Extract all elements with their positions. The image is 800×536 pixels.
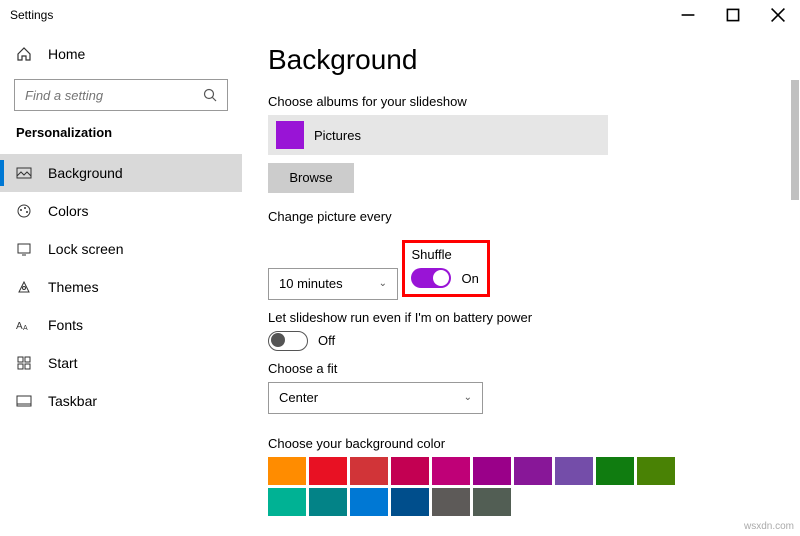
color-swatch[interactable] [555,457,593,485]
shuffle-state: On [461,271,478,286]
color-swatch[interactable] [637,457,675,485]
sidebar-item-label: Taskbar [48,393,97,409]
title-bar: Settings [0,0,800,30]
close-button[interactable] [755,0,800,30]
color-swatch[interactable] [350,457,388,485]
svg-text:A: A [23,325,28,332]
section-header: Personalization [0,121,242,154]
main-panel: Background Choose albums for your slides… [242,30,800,536]
sidebar-item-colors[interactable]: Colors [0,192,242,230]
sidebar-item-label: Background [48,165,123,181]
maximize-button[interactable] [710,0,755,30]
scrollbar-thumb[interactable] [791,80,799,200]
sidebar-item-background[interactable]: Background [0,154,242,192]
battery-state: Off [318,333,335,348]
battery-toggle[interactable] [268,331,308,351]
home-label: Home [48,46,85,62]
sidebar-item-label: Start [48,355,78,371]
lockscreen-icon [16,241,32,257]
search-icon [202,87,218,108]
fit-label: Choose a fit [268,361,774,376]
dropdown-value: 10 minutes [279,276,343,291]
change-picture-dropdown[interactable]: 10 minutes ⌄ [268,268,398,300]
shuffle-highlight: Shuffle On [402,240,489,297]
chevron-down-icon: ⌄ [464,392,472,403]
color-swatch[interactable] [473,488,511,516]
fit-dropdown[interactable]: Center ⌄ [268,382,483,414]
color-swatch[interactable] [596,457,634,485]
sidebar-item-label: Colors [48,203,88,219]
shuffle-label: Shuffle [411,247,478,262]
themes-icon [16,279,32,295]
home-icon [16,46,32,62]
minimize-button[interactable] [665,0,710,30]
color-swatch[interactable] [309,457,347,485]
page-title: Background [268,44,774,76]
palette-icon [16,203,32,219]
sidebar-item-fonts[interactable]: AA Fonts [0,306,242,344]
color-swatch[interactable] [268,488,306,516]
color-swatch[interactable] [350,488,388,516]
color-swatch[interactable] [473,457,511,485]
dropdown-value: Center [279,390,318,405]
search-input[interactable] [14,79,228,111]
sidebar: Home Personalization Background Colors L… [0,30,242,536]
start-icon [16,355,32,371]
svg-text:A: A [16,321,23,332]
album-name: Pictures [314,128,361,143]
sidebar-item-label: Fonts [48,317,83,333]
home-link[interactable]: Home [0,35,242,73]
sidebar-item-lockscreen[interactable]: Lock screen [0,230,242,268]
watermark: wsxdn.com [744,521,794,532]
color-swatch[interactable] [514,457,552,485]
sidebar-item-label: Themes [48,279,99,295]
image-icon [16,165,32,181]
choose-albums-label: Choose albums for your slideshow [268,94,774,109]
chevron-down-icon: ⌄ [379,278,387,289]
shuffle-toggle[interactable] [411,268,451,288]
browse-button[interactable]: Browse [268,163,354,193]
album-item[interactable]: Pictures [268,115,608,155]
taskbar-icon [16,393,32,409]
color-swatches [268,457,688,516]
window-title: Settings [10,8,665,22]
color-swatch[interactable] [432,457,470,485]
bg-color-label: Choose your background color [268,436,774,451]
sidebar-item-start[interactable]: Start [0,344,242,382]
color-swatch[interactable] [391,457,429,485]
change-picture-label: Change picture every [268,209,774,224]
album-thumbnail [276,121,304,149]
battery-label: Let slideshow run even if I'm on battery… [268,310,774,325]
color-swatch[interactable] [268,457,306,485]
sidebar-item-label: Lock screen [48,241,123,257]
color-swatch[interactable] [309,488,347,516]
color-swatch[interactable] [432,488,470,516]
sidebar-item-taskbar[interactable]: Taskbar [0,382,242,420]
fonts-icon: AA [16,317,32,333]
color-swatch[interactable] [391,488,429,516]
sidebar-item-themes[interactable]: Themes [0,268,242,306]
